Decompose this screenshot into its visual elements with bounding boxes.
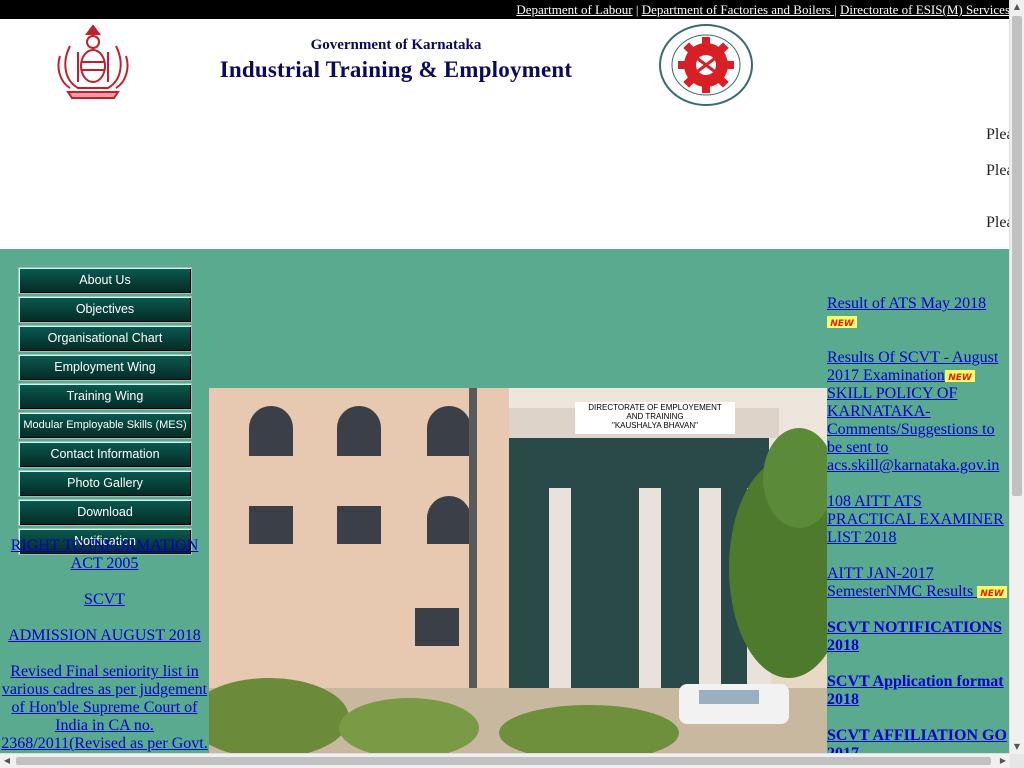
download-button[interactable]: Download bbox=[18, 499, 192, 526]
horizontal-scroll-thumb[interactable] bbox=[16, 757, 991, 765]
scroll-down-arrow-icon[interactable]: ▼ bbox=[1010, 740, 1024, 754]
marquee-text: Plea bbox=[986, 162, 1010, 179]
vertical-scrollbar[interactable]: ▲ ▼ bbox=[1009, 0, 1024, 754]
seniority-list-link[interactable]: Revised Final seniority list in various … bbox=[0, 663, 209, 753]
organisational-chart-button[interactable]: Organisational Chart bbox=[18, 325, 192, 352]
scvt-application-format-link[interactable]: SCVT Application format 2018 bbox=[827, 673, 1004, 708]
marquee-text: Plea bbox=[986, 126, 1010, 143]
government-subtitle: Government of Karnataka bbox=[310, 37, 482, 53]
karnataka-emblem-logo bbox=[57, 24, 129, 99]
factories-and-boilers-link[interactable]: Department of Factories and Boilers bbox=[642, 2, 834, 17]
contact-information-button[interactable]: Contact Information bbox=[18, 441, 192, 468]
horizontal-scrollbar[interactable]: ◀ ▶ bbox=[0, 753, 1010, 768]
esis-services-link[interactable]: Directorate of ESIS(M) Services bbox=[840, 2, 1010, 17]
marquee-text: Plea bbox=[986, 214, 1010, 231]
employment-wing-button[interactable]: Employment Wing bbox=[18, 354, 192, 381]
aitt-nmc-results-link[interactable]: AITT JAN-2017 SemesterNMC Results bbox=[827, 565, 977, 600]
scroll-right-arrow-icon[interactable]: ▶ bbox=[996, 754, 1010, 768]
separator: | bbox=[632, 2, 642, 17]
scrollbar-corner bbox=[1010, 754, 1024, 768]
site-header: Government of Karnataka Industrial Train… bbox=[0, 19, 1010, 249]
building-sign-line2: AND TRAINING bbox=[626, 412, 683, 421]
objectives-button[interactable]: Objectives bbox=[18, 296, 192, 323]
scvt-affiliation-link[interactable]: SCVT AFFILIATION GO 2017 bbox=[827, 727, 1007, 754]
ats-result-link[interactable]: Result of ATS May 2018 bbox=[827, 295, 986, 312]
admission-link[interactable]: ADMISSION AUGUST 2018 bbox=[0, 627, 209, 645]
svg-text:NEW: NEW bbox=[830, 319, 855, 328]
main-content: About Us Objectives Organisational Chart… bbox=[0, 249, 1010, 754]
svg-text:NEW: NEW bbox=[948, 373, 973, 382]
top-links-bar: Department of Labour | Department of Fac… bbox=[0, 0, 1010, 19]
left-links: RIGHT TO INFORMATION ACT 2005 SCVT ADMIS… bbox=[0, 537, 209, 754]
photo-gallery-button[interactable]: Photo Gallery bbox=[18, 470, 192, 497]
skill-policy-link[interactable]: SKILL POLICY OF KARNATAKA-Comments/Sugge… bbox=[827, 385, 999, 474]
aitt-examiner-list-link[interactable]: 108 AITT ATS PRACTICAL EXAMINER LIST 201… bbox=[827, 493, 1004, 546]
side-menu: About Us Objectives Organisational Chart… bbox=[18, 267, 192, 557]
new-icon: NEW bbox=[944, 370, 975, 383]
scroll-left-arrow-icon[interactable]: ◀ bbox=[0, 754, 14, 768]
training-wing-button[interactable]: Training Wing bbox=[18, 383, 192, 410]
right-links: Result of ATS May 2018 NEW Results Of SC… bbox=[827, 295, 1010, 754]
department-seal-logo bbox=[659, 24, 753, 106]
modular-employable-skills-button[interactable]: Modular Employable Skills (MES) bbox=[18, 412, 192, 439]
new-icon: NEW bbox=[827, 316, 857, 329]
scvt-notifications-link[interactable]: SCVT NOTIFICATIONS 2018 bbox=[827, 619, 1002, 654]
building-sign-line1: DIRECTORATE OF EMPLOYEMENT bbox=[588, 403, 722, 412]
building-photo: DIRECTORATE OF EMPLOYEMENT AND TRAINING … bbox=[209, 388, 827, 754]
new-icon: NEW bbox=[977, 586, 1008, 599]
page-title: Industrial Training & Employment bbox=[219, 57, 573, 82]
scvt-link[interactable]: SCVT bbox=[0, 591, 209, 609]
rti-link[interactable]: RIGHT TO INFORMATION ACT 2005 bbox=[0, 537, 209, 573]
about-us-button[interactable]: About Us bbox=[18, 267, 192, 294]
scroll-up-arrow-icon[interactable]: ▲ bbox=[1010, 0, 1024, 14]
building-sign-line3: "KAUSHALYA BHAVAN" bbox=[612, 421, 698, 430]
vertical-scroll-thumb[interactable] bbox=[1012, 16, 1022, 496]
svg-text:NEW: NEW bbox=[980, 589, 1005, 598]
department-of-labour-link[interactable]: Department of Labour bbox=[516, 2, 632, 17]
